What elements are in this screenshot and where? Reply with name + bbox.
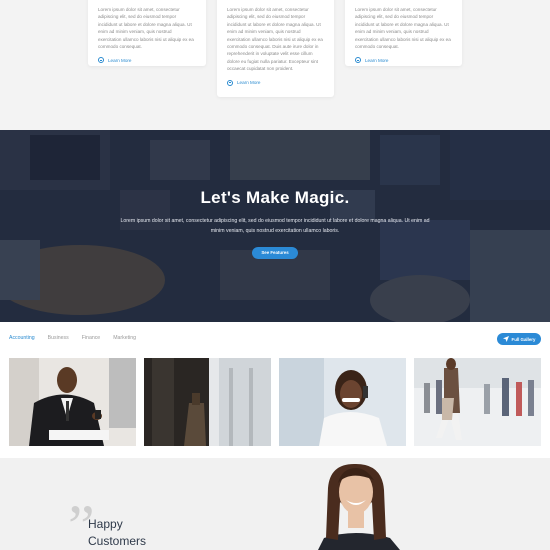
see-features-button[interactable]: See Features [252, 247, 298, 259]
gallery-image-walking-briefcase[interactable] [144, 358, 271, 446]
tab-accounting[interactable]: Accounting [9, 335, 35, 341]
arrow-circle-icon [355, 57, 361, 64]
gallery-section: Accounting Business Finance Marketing Fu… [0, 322, 550, 458]
card-text: Lorem ipsum dolor sit amet, consectetur … [227, 7, 323, 72]
full-gallery-label: Full Gallery [511, 336, 536, 342]
gallery-image-crowd[interactable] [414, 358, 541, 446]
testimonials-section: ” Happy Customers [0, 458, 550, 550]
learn-more-label: Learn More [237, 80, 261, 86]
customer-portrait [318, 463, 400, 550]
gallery-tabs: Accounting Business Finance Marketing [9, 335, 136, 341]
learn-more-link[interactable]: Learn More [98, 57, 196, 64]
hero-banner: Let's Make Magic. Lorem ipsum dolor sit … [0, 130, 550, 322]
feature-cards-section: Lorem ipsum dolor sit amet, consectetur … [0, 0, 550, 130]
learn-more-label: Learn More [365, 57, 389, 63]
tab-finance[interactable]: Finance [82, 335, 100, 341]
gallery-image-businessman-phone[interactable] [9, 358, 136, 446]
page: Lorem ipsum dolor sit amet, consectetur … [0, 0, 550, 550]
feature-card: Lorem ipsum dolor sit amet, consectetur … [345, 0, 462, 66]
heading-line-2: Customers [88, 534, 147, 548]
tab-business[interactable]: Business [48, 335, 69, 341]
gallery-image-woman-phone[interactable] [279, 358, 406, 446]
learn-more-link[interactable]: Learn More [355, 57, 452, 64]
learn-more-link[interactable]: Learn More [227, 79, 324, 86]
learn-more-label: Learn More [108, 57, 132, 63]
hero-title: Let's Make Magic. [200, 188, 350, 207]
card-text: Lorem ipsum dolor sit amet, consectetur … [355, 7, 451, 50]
heading-line-1: Happy [88, 517, 123, 531]
feature-card: Lorem ipsum dolor sit amet, consectetur … [88, 0, 206, 66]
full-gallery-button[interactable]: Full Gallery [497, 333, 541, 345]
tab-marketing[interactable]: Marketing [113, 335, 136, 341]
send-icon [502, 336, 509, 342]
card-text: Lorem ipsum dolor sit amet, consectetur … [98, 7, 194, 50]
arrow-circle-icon [98, 57, 104, 64]
testimonials-heading: Happy Customers [88, 516, 146, 550]
feature-card: Lorem ipsum dolor sit amet, consectetur … [217, 0, 334, 97]
arrow-circle-icon [227, 79, 233, 86]
hero-description: Lorem ipsum dolor sit amet, consectetur … [120, 218, 430, 234]
